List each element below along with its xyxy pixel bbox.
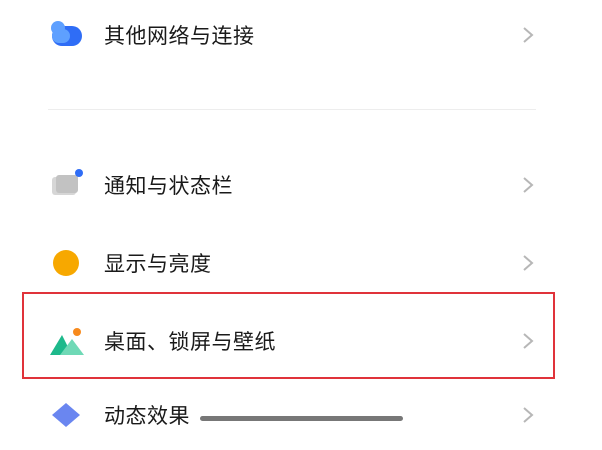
cloud-icon (48, 15, 88, 55)
chevron-right-icon (518, 252, 538, 274)
chevron-right-icon (518, 174, 538, 196)
settings-item-animation-effects[interactable]: 动态效果 (0, 380, 602, 450)
notification-icon (48, 165, 88, 205)
settings-item-label: 其他网络与连接 (104, 24, 255, 48)
section-divider (48, 109, 536, 110)
settings-item-other-networks[interactable]: 其他网络与连接 (0, 0, 602, 70)
highlight-box (22, 292, 555, 379)
home-indicator[interactable] (200, 416, 403, 421)
chevron-right-icon (518, 24, 538, 46)
settings-item-label: 动态效果 (104, 404, 190, 428)
settings-item-label: 显示与亮度 (104, 252, 212, 276)
settings-item-notifications[interactable]: 通知与状态栏 (0, 150, 602, 220)
brightness-icon (48, 243, 88, 283)
animation-icon (48, 395, 88, 435)
chevron-right-icon (518, 404, 538, 426)
settings-item-label: 通知与状态栏 (104, 174, 233, 198)
settings-item-display-brightness[interactable]: 显示与亮度 (0, 228, 602, 298)
